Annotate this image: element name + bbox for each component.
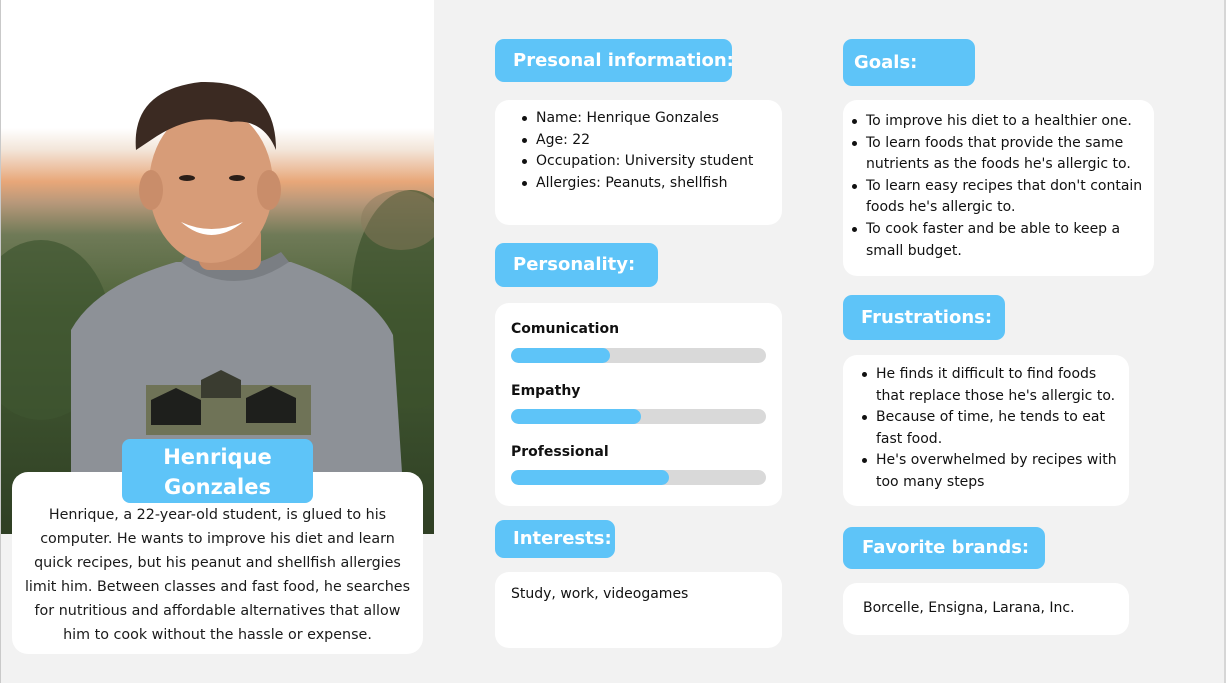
interests-text: Study, work, videogames bbox=[511, 586, 689, 602]
personality-title: Personality: bbox=[495, 243, 658, 287]
frustrations-title: Frustrations: bbox=[843, 295, 1005, 340]
frustrations-list: He finds it difficult to find foods that… bbox=[853, 364, 1119, 494]
trait-fill-communication bbox=[511, 348, 611, 363]
personal-info-title: Presonal information: bbox=[495, 39, 734, 82]
list-item: To learn foods that provide the same nut… bbox=[843, 133, 1144, 176]
trait-bar-professional bbox=[511, 470, 766, 485]
trait-bar-communication bbox=[511, 348, 766, 363]
list-item: He finds it difficult to find foods that… bbox=[853, 364, 1119, 407]
list-item: Because of time, he tends to eat fast fo… bbox=[853, 407, 1119, 450]
list-item: To cook faster and be able to keep a sma… bbox=[843, 219, 1144, 262]
trait-bar-empathy bbox=[511, 409, 766, 424]
personal-info-list: Name: Henrique Gonzales Age: 22 Occupati… bbox=[513, 108, 770, 194]
persona-name-tag: Henrique Gonzales bbox=[122, 439, 313, 503]
list-item: Occupation: University student bbox=[513, 151, 770, 173]
frustrations-card: He finds it difficult to find foods that… bbox=[843, 355, 1129, 506]
trait-fill-empathy bbox=[511, 409, 642, 424]
list-item: To improve his diet to a healthier one. bbox=[843, 111, 1144, 133]
bio-text: Henrique, a 22-year-old student, is glue… bbox=[24, 507, 411, 643]
brands-title: Favorite brands: bbox=[843, 527, 1045, 569]
personality-card: Comunication Empathy Professional bbox=[495, 303, 782, 506]
goals-card: To improve his diet to a healthier one. … bbox=[843, 100, 1154, 276]
brands-card: Borcelle, Ensigna, Larana, Inc. bbox=[843, 583, 1129, 635]
goals-list: To improve his diet to a healthier one. … bbox=[843, 111, 1144, 262]
trait-fill-professional bbox=[511, 470, 670, 485]
brands-text: Borcelle, Ensigna, Larana, Inc. bbox=[863, 600, 1075, 616]
trait-label-professional: Professional bbox=[511, 444, 609, 460]
personal-info-card: Name: Henrique Gonzales Age: 22 Occupati… bbox=[495, 100, 782, 225]
list-item: He's overwhelmed by recipes with too man… bbox=[853, 450, 1119, 493]
trait-label-empathy: Empathy bbox=[511, 383, 581, 399]
interests-title: Interests: bbox=[495, 520, 615, 558]
trait-label-communication: Comunication bbox=[511, 321, 620, 337]
goals-title: Goals: bbox=[843, 39, 975, 86]
list-item: Age: 22 bbox=[513, 130, 770, 152]
list-item: Allergies: Peanuts, shellfish bbox=[513, 173, 770, 195]
list-item: To learn easy recipes that don't contain… bbox=[843, 176, 1144, 219]
list-item: Name: Henrique Gonzales bbox=[513, 108, 770, 130]
interests-card: Study, work, videogames bbox=[495, 572, 782, 648]
